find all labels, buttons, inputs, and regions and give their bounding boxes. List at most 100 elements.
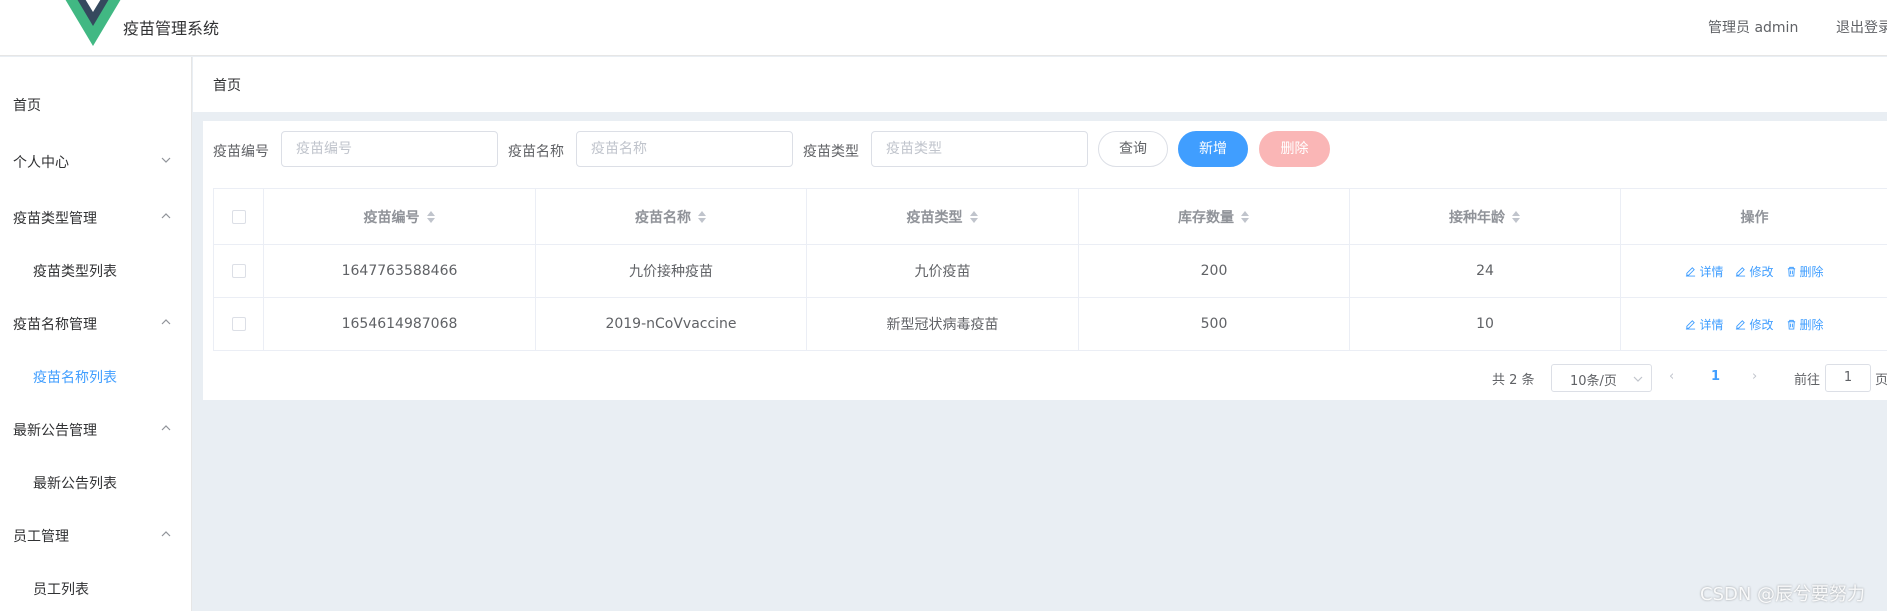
type-filter-field[interactable] — [871, 131, 1088, 167]
cell-age: 10 — [1350, 298, 1621, 350]
name-search-input[interactable] — [577, 132, 792, 166]
breadcrumb: 首页 — [193, 57, 1887, 112]
sidebar-item-label: 疫苗名称管理 — [13, 317, 97, 333]
edit-icon — [1686, 319, 1696, 330]
page-size-value: 10条/页 — [1570, 374, 1617, 389]
cell-stock: 200 — [1079, 245, 1350, 297]
column-header-actions: 操作 — [1621, 189, 1887, 244]
next-page-icon[interactable]: › — [1752, 369, 1757, 384]
select-all-cell — [214, 189, 264, 244]
app-title: 疫苗管理系统 — [123, 19, 220, 38]
column-header-label: 疫苗类型 — [906, 209, 963, 226]
breadcrumb-home[interactable]: 首页 — [213, 75, 241, 95]
detail-label: 详情 — [1699, 317, 1724, 332]
vaccine-table: 疫苗编号 疫苗名称 疫苗类型 库存数量 接种年龄 操作 164776358846… — [213, 188, 1887, 351]
delete-label: 删除 — [1799, 317, 1824, 332]
sort-icon[interactable] — [1240, 210, 1250, 224]
column-header-label: 库存数量 — [1178, 209, 1234, 226]
batch-delete-button[interactable]: 删除 — [1259, 131, 1330, 167]
column-header-type[interactable]: 疫苗类型 — [807, 189, 1079, 244]
add-button[interactable]: 新增 — [1178, 131, 1248, 167]
sidebar-item-label: 疫苗类型管理 — [13, 211, 97, 227]
column-header-name[interactable]: 疫苗名称 — [536, 189, 807, 244]
sidebar-item-vaccine-type-mgmt[interactable]: 疫苗类型管理 — [0, 190, 191, 246]
edit-button[interactable]: 修改 — [1735, 263, 1774, 280]
row-checkbox[interactable] — [231, 317, 246, 331]
row-select-cell — [214, 245, 264, 297]
sort-icon[interactable] — [969, 210, 979, 224]
main-panel: 疫苗编号 疫苗名称 疫苗类型 查询 新增 删除 疫苗编号 疫苗名称 疫苗类型 库… — [203, 121, 1887, 400]
detail-button[interactable]: 详情 — [1685, 316, 1723, 333]
chevron-up-icon — [161, 213, 171, 219]
sort-icon[interactable] — [1511, 210, 1521, 224]
cell-name: 2019-nCoVvaccine — [536, 298, 807, 350]
top-header: 疫苗管理系统 管理员 admin 退出登录 — [0, 0, 1887, 56]
chevron-up-icon — [161, 531, 171, 537]
sort-icon[interactable] — [426, 210, 436, 224]
delete-button[interactable]: 删除 — [1786, 316, 1824, 333]
type-search-input[interactable] — [872, 132, 1087, 166]
sidebar-subitem-vaccine-name-list[interactable]: 疫苗名称列表 — [0, 352, 191, 402]
table-row: 1654614987068 2019-nCoVvaccine 新型冠状病毒疫苗 … — [214, 298, 1887, 351]
chevron-down-icon — [1633, 376, 1643, 382]
edit-label: 修改 — [1749, 317, 1774, 332]
pagination: 共 2 条 10条/页 ‹ 1 › 前往 1 页 — [203, 364, 1887, 392]
page-size-select[interactable]: 10条/页 — [1551, 364, 1652, 392]
column-header-label: 疫苗名称 — [635, 209, 691, 226]
sidebar-item-label: 疫苗名称列表 — [33, 370, 117, 386]
sidebar-item-label: 疫苗类型列表 — [33, 264, 117, 280]
cell-actions: 详情 修改 删除 — [1621, 298, 1887, 350]
sidebar-item-label: 首页 — [13, 98, 41, 114]
goto-label: 前往 — [1794, 373, 1821, 388]
watermark: CSDN @辰兮要努力 — [1700, 584, 1866, 605]
column-header-label: 操作 — [1740, 209, 1769, 226]
sidebar-item-label: 最新公告管理 — [13, 423, 97, 439]
sidebar-item-home[interactable]: 首页 — [0, 77, 191, 133]
name-filter-field[interactable] — [576, 131, 793, 167]
sidebar-item-personal[interactable]: 个人中心 — [0, 134, 191, 190]
sort-icon[interactable] — [697, 210, 707, 224]
sidebar-subitem-vaccine-type-list[interactable]: 疫苗类型列表 — [0, 246, 191, 296]
column-header-stock[interactable]: 库存数量 — [1079, 189, 1350, 244]
delete-button[interactable]: 删除 — [1786, 263, 1824, 280]
code-filter-field[interactable] — [281, 131, 498, 167]
sidebar-item-label: 员工列表 — [33, 582, 89, 598]
admin-label: 管理员 admin — [1708, 20, 1799, 36]
sidebar-item-staff-mgmt[interactable]: 员工管理 — [0, 508, 191, 564]
cell-code: 1647763588466 — [264, 245, 536, 297]
sidebar-item-vaccine-name-mgmt[interactable]: 疫苗名称管理 — [0, 296, 191, 352]
prev-page-icon[interactable]: ‹ — [1669, 369, 1674, 384]
code-search-input[interactable] — [282, 132, 497, 166]
sidebar-item-label: 个人中心 — [13, 155, 69, 171]
cell-actions: 详情 修改 删除 — [1621, 245, 1887, 297]
column-header-code[interactable]: 疫苗编号 — [264, 189, 536, 244]
edit-button[interactable]: 修改 — [1735, 316, 1774, 333]
column-header-label: 接种年龄 — [1449, 209, 1505, 226]
current-page-number[interactable]: 1 — [1711, 369, 1720, 384]
select-all-checkbox[interactable] — [231, 209, 246, 224]
sidebar-menu: 首页 个人中心 疫苗类型管理 疫苗类型列表 疫苗名称管理 疫苗名称列表 最新公告… — [0, 57, 192, 611]
sidebar-subitem-notice-list[interactable]: 最新公告列表 — [0, 458, 191, 508]
pagination-total: 共 2 条 — [1492, 373, 1535, 388]
sidebar-item-notice-mgmt[interactable]: 最新公告管理 — [0, 402, 191, 458]
chevron-up-icon — [161, 319, 171, 325]
column-header-age[interactable]: 接种年龄 — [1350, 189, 1621, 244]
detail-button[interactable]: 详情 — [1685, 263, 1723, 280]
row-checkbox[interactable] — [231, 264, 246, 278]
chevron-up-icon — [161, 425, 171, 431]
sidebar-item-label: 员工管理 — [13, 529, 69, 545]
edit-icon — [1736, 266, 1746, 277]
name-filter-label: 疫苗名称 — [508, 144, 564, 160]
edit-label: 修改 — [1749, 264, 1774, 279]
query-button[interactable]: 查询 — [1098, 131, 1168, 167]
chevron-down-icon — [161, 157, 171, 163]
goto-page-input[interactable]: 1 — [1825, 364, 1871, 392]
type-filter-label: 疫苗类型 — [803, 144, 859, 160]
logout-link[interactable]: 退出登录 — [1836, 17, 1887, 37]
sidebar-subitem-staff-list[interactable]: 员工列表 — [0, 564, 191, 611]
page-unit-label: 页 — [1875, 373, 1887, 388]
trash-icon — [1787, 319, 1795, 330]
cell-name: 九价接种疫苗 — [536, 245, 807, 297]
table-header-row: 疫苗编号 疫苗名称 疫苗类型 库存数量 接种年龄 操作 — [214, 189, 1887, 245]
sidebar-item-label: 最新公告列表 — [33, 476, 117, 492]
